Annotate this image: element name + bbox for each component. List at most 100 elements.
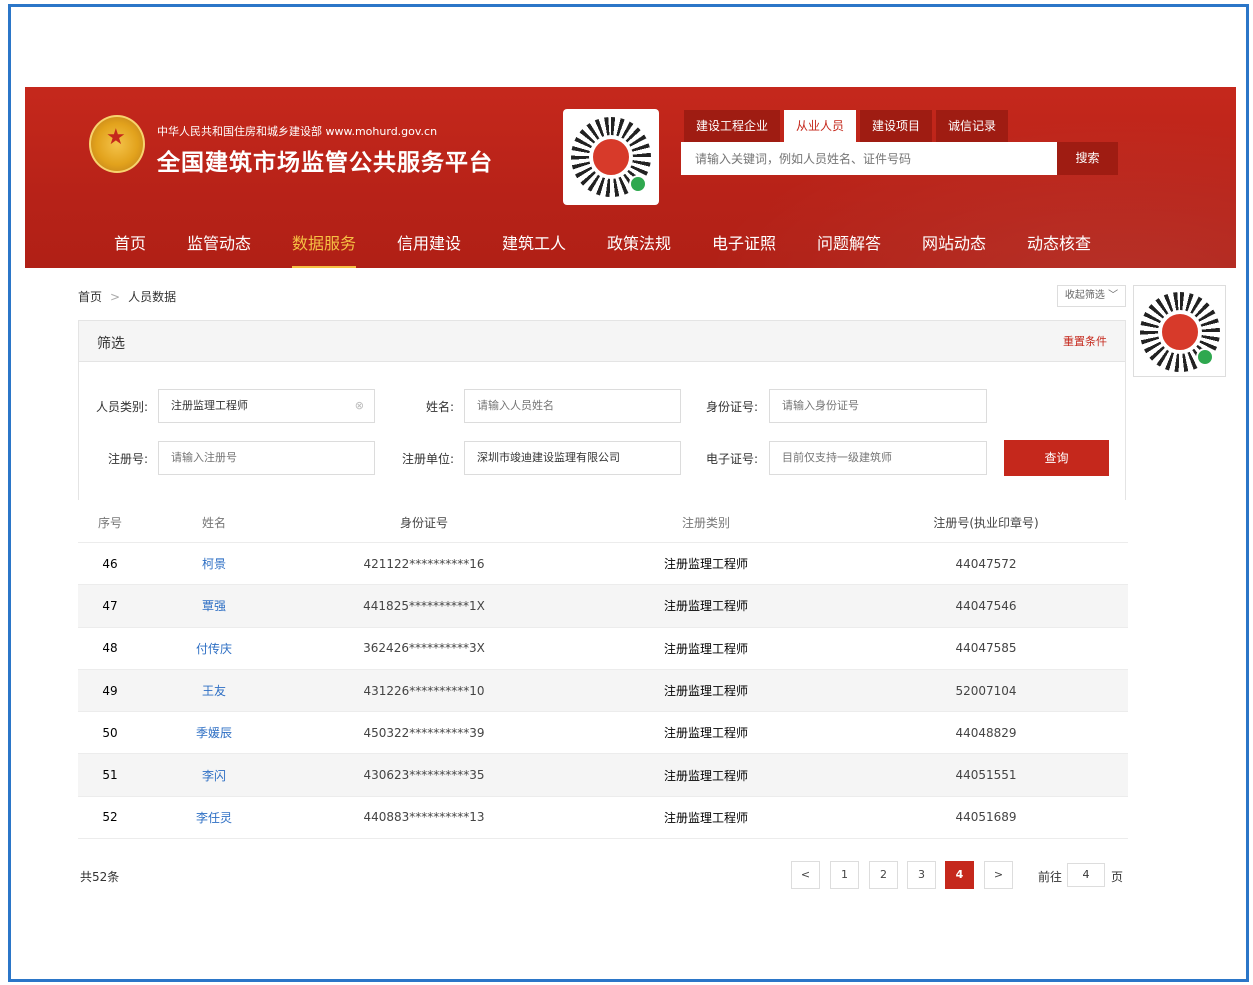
filter-title: 筛选 [97, 336, 125, 352]
col-header-no: 序号 [97, 515, 122, 530]
page-unit-label: 页 [1111, 870, 1124, 884]
search-input[interactable] [681, 142, 1057, 175]
search-tab-personnel[interactable]: 从业人员 [784, 110, 857, 142]
nav-item-home[interactable]: 首页 [114, 230, 146, 268]
col-header-id: 身份证号 [399, 515, 448, 530]
breadcrumb-separator: > [110, 290, 121, 304]
reg-number: 44047585 [955, 641, 1017, 656]
reg-number: 44051689 [955, 810, 1017, 825]
person-name-link[interactable]: 李任灵 [162, 797, 266, 838]
page-2-button[interactable]: 2 [869, 861, 898, 889]
page-4-button[interactable]: 4 [945, 861, 974, 889]
reg-unit-input[interactable]: 深圳市竣迪建设监理有限公司 [464, 441, 681, 475]
nav-item-credit[interactable]: 信用建设 [397, 230, 461, 268]
row-number: 52 [102, 810, 118, 825]
prev-page-button[interactable]: < [791, 861, 820, 889]
page-1-button[interactable]: 1 [830, 861, 859, 889]
table-row: 52 李任灵 440883**********13 注册监理工程师 440516… [78, 797, 1128, 840]
personnel-table: 序号 姓名 身份证号 注册类别 注册号(执业印章号) 46 柯景 421122*… [78, 502, 1128, 840]
reg-unit-label: 注册单位: [402, 452, 455, 466]
reg-type: 注册监理工程师 [663, 726, 748, 741]
nav-item-e-license[interactable]: 电子证照 [712, 230, 776, 268]
collapse-filter-button[interactable]: 收起筛选 ﹀ [1057, 285, 1126, 307]
id-number-label: 身份证号: [706, 400, 759, 414]
person-name-link[interactable]: 柯景 [162, 543, 266, 584]
breadcrumb-current: 人员数据 [128, 290, 177, 304]
row-number: 50 [102, 725, 118, 740]
row-number: 48 [102, 641, 118, 656]
table-header-row: 序号 姓名 身份证号 注册类别 注册号(执业印章号) [78, 502, 1128, 543]
id-number: 441825**********1X [363, 598, 485, 613]
name-input[interactable] [464, 389, 681, 423]
reg-no-input[interactable] [158, 441, 375, 475]
table-row: 46 柯景 421122**********16 注册监理工程师 4404757… [78, 543, 1128, 586]
name-label: 姓名: [426, 400, 455, 414]
person-name-link[interactable]: 李闪 [162, 754, 266, 795]
clear-icon[interactable]: ⊗ [355, 390, 364, 422]
nav-item-verify[interactable]: 动态核查 [1027, 230, 1091, 268]
reg-number: 44047546 [955, 598, 1017, 613]
goto-page-input[interactable]: 4 [1067, 863, 1105, 887]
nav-item-faq[interactable]: 问题解答 [817, 230, 881, 268]
person-name-link[interactable]: 季媛辰 [162, 712, 266, 753]
cert-number-input[interactable] [769, 441, 987, 475]
reg-type: 注册监理工程师 [663, 599, 748, 614]
chevron-down-icon: ﹀ [1108, 290, 1119, 301]
table-row: 51 李闪 430623**********35 注册监理工程师 4405155… [78, 754, 1128, 797]
reg-number: 52007104 [955, 683, 1017, 698]
id-number-input[interactable] [769, 389, 987, 423]
id-number: 431226**********10 [363, 683, 485, 698]
reg-number: 44048829 [955, 725, 1017, 740]
reg-no-label: 注册号: [108, 452, 149, 466]
reg-type: 注册监理工程师 [663, 810, 748, 825]
national-emblem-icon [89, 115, 145, 173]
table-row: 47 覃强 441825**********1X 注册监理工程师 4404754… [78, 585, 1128, 628]
id-number: 421122**********16 [363, 556, 485, 571]
person-type-label: 人员类别: [96, 400, 149, 414]
person-name-link[interactable]: 王友 [162, 670, 266, 711]
query-button[interactable]: 查询 [1004, 440, 1109, 476]
page-3-button[interactable]: 3 [907, 861, 936, 889]
reg-type: 注册监理工程师 [663, 768, 748, 783]
reg-type: 注册监理工程师 [663, 641, 748, 656]
person-type-select[interactable]: 注册监理工程师 ⊗ [158, 389, 375, 423]
person-name-link[interactable]: 付传庆 [162, 628, 266, 669]
reset-filter-link[interactable]: 重置条件 [1063, 333, 1107, 349]
table-row: 49 王友 431226**********10 注册监理工程师 5200710… [78, 669, 1128, 713]
search-tab-company[interactable]: 建设工程企业 [684, 110, 781, 142]
breadcrumb-home[interactable]: 首页 [78, 290, 102, 304]
next-page-button[interactable]: > [984, 861, 1013, 889]
goto-label: 前往 [1038, 870, 1063, 884]
reg-type: 注册监理工程师 [663, 684, 748, 699]
side-qr-code-icon [1133, 285, 1226, 377]
nav-item-site-news[interactable]: 网站动态 [922, 230, 986, 268]
qr-code-icon [563, 109, 659, 205]
id-number: 440883**********13 [363, 810, 485, 825]
nav-item-workers[interactable]: 建筑工人 [502, 230, 566, 268]
nav-item-supervision[interactable]: 监管动态 [187, 230, 251, 268]
filter-header: 筛选 重置条件 [79, 321, 1125, 362]
row-number: 49 [102, 683, 118, 698]
nav-item-data-service[interactable]: 数据服务 [292, 230, 357, 268]
id-number: 430623**********35 [363, 768, 485, 783]
search-button[interactable]: 搜索 [1057, 142, 1118, 175]
table-row: 50 季媛辰 450322**********39 注册监理工程师 440488… [78, 712, 1128, 755]
search-tab-credit[interactable]: 诚信记录 [936, 110, 1009, 142]
main-nav: 首页 监管动态 数据服务 信用建设 建筑工人 政策法规 电子证照 问题解答 网站… [25, 218, 1236, 268]
search-tab-project[interactable]: 建设项目 [860, 110, 933, 142]
site-header: 中华人民共和国住房和城乡建设部 www.mohurd.gov.cn 全国建筑市场… [25, 87, 1236, 268]
person-name-link[interactable]: 覃强 [162, 585, 266, 626]
col-header-reg: 注册号(执业印章号) [933, 515, 1039, 530]
reg-type: 注册监理工程师 [663, 557, 748, 572]
row-number: 51 [102, 768, 118, 783]
cert-number-label: 电子证号: [706, 452, 759, 466]
row-number: 47 [102, 598, 118, 613]
breadcrumb: 首页 > 人员数据 [78, 288, 176, 305]
ministry-name: 中华人民共和国住房和城乡建设部 www.mohurd.gov.cn [157, 125, 438, 138]
total-count: 共52条 [80, 870, 120, 884]
id-number: 450322**********39 [363, 725, 485, 740]
reg-number: 44051551 [955, 768, 1017, 783]
col-header-name: 姓名 [201, 515, 226, 530]
nav-item-policy[interactable]: 政策法规 [607, 230, 671, 268]
table-row: 48 付传庆 362426**********3X 注册监理工程师 440475… [78, 628, 1128, 670]
